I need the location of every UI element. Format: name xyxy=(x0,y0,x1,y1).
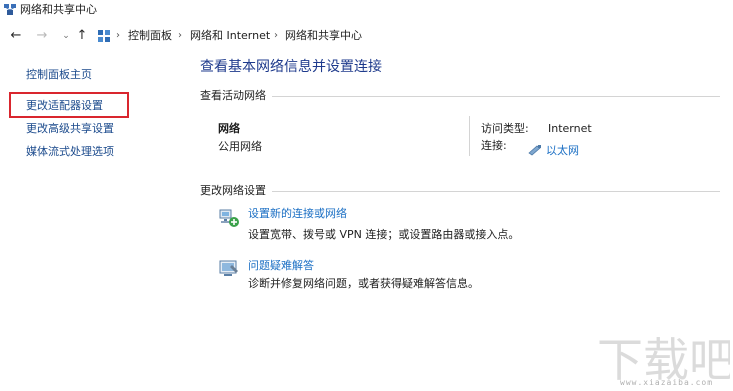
access-type-label: 访问类型: xyxy=(481,122,529,135)
network-center-icon xyxy=(4,4,16,15)
page-title: 查看基本网络信息并设置连接 xyxy=(200,59,382,75)
breadcrumb-separator: › xyxy=(178,30,182,41)
setup-new-connection-link[interactable]: 设置新的连接或网络 xyxy=(248,207,347,221)
window-title: 网络和共享中心 xyxy=(20,3,97,16)
breadcrumb-network-sharing-center[interactable]: 网络和共享中心 xyxy=(285,29,362,43)
troubleshoot-icon xyxy=(219,260,238,276)
breadcrumb-separator: › xyxy=(274,30,278,41)
breadcrumb-separator: › xyxy=(116,30,120,41)
sidebar-item-advanced-sharing-settings[interactable]: 更改高级共享设置 xyxy=(26,122,114,136)
sidebar-item-control-panel-home[interactable]: 控制面板主页 xyxy=(26,68,92,82)
network-name: 网络 xyxy=(218,122,240,135)
sidebar-item-change-adapter-settings[interactable]: 更改适配器设置 xyxy=(26,99,103,113)
address-bar: ← → ⌄ ↑ › 控制面板 › 网络和 Internet › 网络和共享中心 xyxy=(0,24,733,48)
section-divider xyxy=(272,96,720,97)
access-type-value: Internet xyxy=(548,122,592,135)
breadcrumb-network-internet[interactable]: 网络和 Internet xyxy=(190,29,270,43)
forward-button[interactable]: → xyxy=(34,28,50,44)
active-networks-heading: 查看活动网络 xyxy=(200,89,266,102)
breadcrumb-control-panel[interactable]: 控制面板 xyxy=(128,29,172,43)
connection-value: 以太网 xyxy=(546,144,579,157)
ethernet-icon xyxy=(528,145,541,156)
recent-locations-button[interactable]: ⌄ xyxy=(58,28,74,44)
troubleshoot-problems-description: 诊断并修复网络问题，或者获得疑难解答信息。 xyxy=(248,277,479,290)
change-settings-heading: 更改网络设置 xyxy=(200,184,266,197)
setup-new-connection-description: 设置宽带、拨号或 VPN 连接；或设置路由器或接入点。 xyxy=(248,228,520,241)
troubleshoot-problems-link[interactable]: 问题疑难解答 xyxy=(248,259,314,273)
section-divider xyxy=(272,191,720,192)
title-bar: 网络和共享中心 xyxy=(0,0,733,20)
sidebar-item-media-streaming-options[interactable]: 媒体流式处理选项 xyxy=(26,145,114,159)
network-type: 公用网络 xyxy=(218,140,262,153)
vertical-divider xyxy=(469,116,470,156)
watermark-url: www.xiazaiba.com xyxy=(620,378,714,387)
control-panel-icon xyxy=(98,30,110,42)
connection-ethernet-link[interactable]: 以太网 xyxy=(528,139,579,157)
back-button[interactable]: ← xyxy=(8,28,24,44)
connection-label: 连接: xyxy=(481,139,507,152)
new-connection-icon xyxy=(219,209,239,227)
up-button[interactable]: ↑ xyxy=(74,28,90,44)
